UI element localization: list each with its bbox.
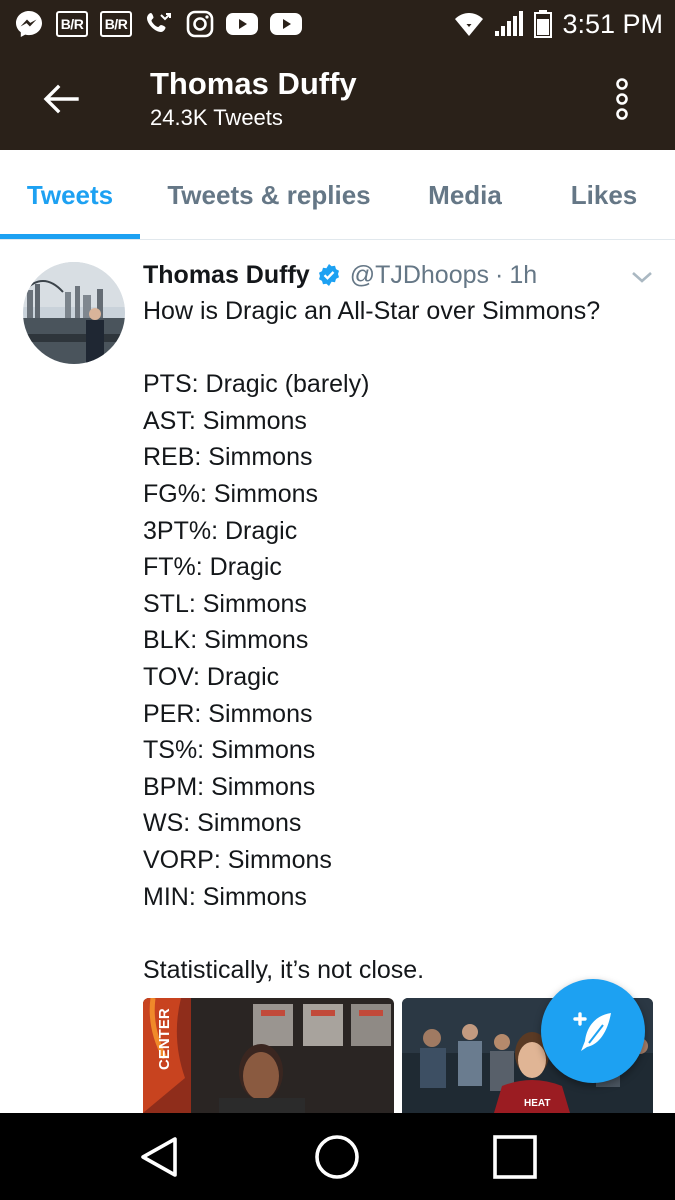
wifi-icon — [454, 11, 484, 37]
nav-recents-button[interactable] — [470, 1113, 560, 1200]
tweet-text-line: WS: Simmons — [143, 809, 302, 838]
nav-home-circle-icon — [315, 1134, 359, 1179]
compose-quill-icon — [573, 1012, 611, 1051]
status-bar: B/R B/R 3:51 PM — [0, 0, 675, 48]
youtube-icon — [226, 12, 258, 36]
tweet-text-line: FG%: Simmons — [143, 479, 319, 508]
tweet-text-line: VORP: Simmons — [143, 845, 332, 874]
messenger-icon — [14, 9, 44, 39]
tab-media[interactable]: Media — [410, 150, 520, 240]
tweet-media-1[interactable]: CENTER — [143, 998, 394, 1113]
more-vertical-icon — [616, 78, 628, 120]
tweet-text-line: How is Dragic an All-Star over Simmons? — [143, 297, 601, 325]
tweet-text-line: REB: Simmons — [143, 443, 313, 472]
nav-home-button[interactable] — [292, 1113, 382, 1200]
tweet-text-line: MIN: Simmons — [143, 882, 307, 911]
tweet-text-line: STL: Simmons — [143, 589, 307, 618]
avatar[interactable] — [23, 262, 125, 364]
active-tab-indicator — [0, 234, 140, 239]
tweet-text-line: 3PT%: Dragic — [143, 516, 298, 545]
tweet-text-line: PTS: Dragic (barely) — [143, 370, 370, 399]
tweet-text-line: PER: Simmons — [143, 699, 313, 728]
tweet-text-line: BPM: Simmons — [143, 772, 316, 801]
tweet-timestamp[interactable]: 1h — [509, 261, 537, 290]
tweet-text-line: TOV: Dragic — [143, 662, 280, 691]
status-bar-notifications: B/R B/R — [14, 8, 302, 40]
status-time: 3:51 PM — [562, 8, 663, 39]
tweet-text-line: BLK: Simmons — [143, 626, 309, 655]
tweet-header: Thomas Duffy @TJDhoops · 1h — [143, 256, 537, 294]
arena-sign-text: CENTER — [156, 1008, 173, 1070]
tab-tweets[interactable]: Tweets — [0, 150, 140, 240]
nav-back-triangle-icon — [141, 1136, 177, 1177]
chevron-down-icon — [632, 272, 652, 283]
back-button[interactable] — [38, 76, 84, 122]
profile-header: Thomas Duffy 24.3K Tweets — [0, 48, 675, 150]
compose-tweet-button[interactable] — [541, 979, 645, 1083]
tweet-author-name[interactable]: Thomas Duffy — [143, 261, 310, 290]
tweet-text-line: FT%: Dragic — [143, 553, 282, 582]
overflow-menu-button[interactable] — [604, 76, 640, 122]
profile-tabs: Tweets Tweets & replies Media Likes — [0, 150, 675, 240]
battery-icon — [534, 10, 553, 38]
tab-likes[interactable]: Likes — [548, 150, 660, 240]
verified-badge-icon — [317, 263, 341, 287]
tweet-options-button[interactable] — [630, 268, 654, 286]
missed-call-icon — [144, 9, 174, 39]
jersey-mark: HEAT — [524, 1098, 550, 1109]
arrow-left-icon — [43, 84, 79, 114]
system-nav-bar — [0, 1113, 675, 1200]
instagram-icon — [186, 10, 214, 38]
tweet-text-line: AST: Simmons — [143, 406, 307, 435]
tweet-text: How is Dragic an All-Star over Simmons? P… — [143, 293, 663, 988]
tweet-author-handle[interactable]: @TJDhoops — [350, 261, 489, 290]
bleacher-report-icon: B/R — [100, 11, 132, 37]
tab-tweets-and-replies[interactable]: Tweets & replies — [150, 150, 388, 240]
signal-icon — [494, 11, 524, 37]
nav-recents-square-icon — [493, 1134, 537, 1179]
tweet-text-line: TS%: Simmons — [143, 736, 316, 765]
tweet-count: 24.3K Tweets — [150, 105, 283, 130]
nav-back-button[interactable] — [114, 1113, 204, 1200]
tweet-separator: · — [495, 260, 504, 289]
youtube-icon — [270, 12, 302, 36]
status-bar-system: 3:51 PM — [454, 8, 663, 40]
profile-name: Thomas Duffy — [150, 66, 357, 101]
bleacher-report-icon: B/R — [56, 11, 88, 37]
